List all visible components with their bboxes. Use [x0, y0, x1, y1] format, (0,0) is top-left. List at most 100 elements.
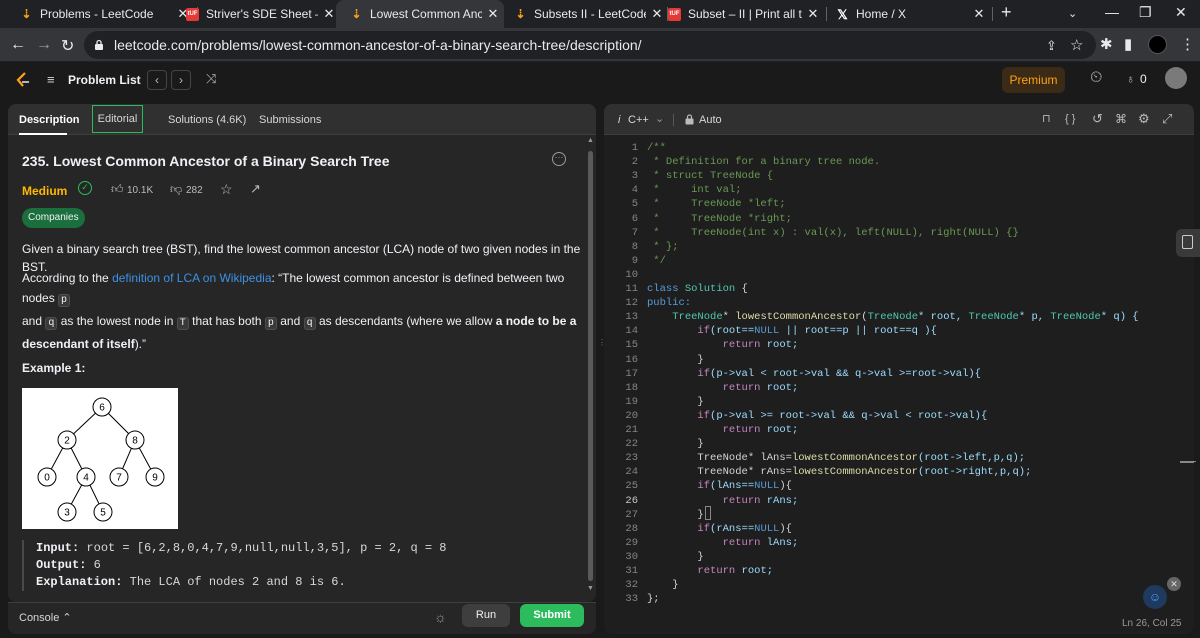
code-line[interactable]: 30 } — [604, 550, 1194, 564]
extensions-icon[interactable]: ✱ — [1100, 35, 1113, 53]
debug-bug-icon[interactable]: ☼ — [434, 609, 447, 625]
code-line[interactable]: 28 if(rAns==NULL){ — [604, 522, 1194, 536]
submit-button[interactable]: Submit — [520, 604, 584, 627]
code-line[interactable]: 19 } — [604, 395, 1194, 409]
problem-list-link[interactable]: Problem List — [68, 73, 141, 87]
code-token: * int val; — [647, 184, 742, 197]
bookmark-icon[interactable]: ⊓ — [1042, 112, 1051, 125]
language-select[interactable]: C++ — [628, 114, 649, 126]
close-icon[interactable]: ✕ — [1167, 577, 1181, 591]
code-line[interactable]: 8 * }; — [604, 240, 1194, 254]
user-avatar[interactable] — [1165, 67, 1187, 89]
console-toggle[interactable]: Console ⌃ — [19, 611, 72, 624]
tab-search-icon[interactable]: ⌄ — [1068, 7, 1077, 20]
autocomplete-mode[interactable]: Auto — [699, 114, 722, 126]
code-line[interactable]: 14 if(root==NULL || root==p || root==q )… — [604, 324, 1194, 338]
description-scrollbar[interactable]: ▲ ▼ — [586, 137, 595, 599]
close-icon[interactable]: ✕ — [968, 6, 990, 22]
code-line[interactable]: 6 * TreeNode *right; — [604, 212, 1194, 226]
code-token: } — [647, 508, 704, 521]
tab-description[interactable]: Description — [19, 114, 80, 126]
code-line[interactable]: 15 return root; — [604, 338, 1194, 352]
close-icon[interactable]: ✕ — [802, 6, 824, 22]
forward-icon[interactable]: → — [36, 36, 52, 54]
code-line[interactable]: 7 * TreeNode(int x) : val(x), left(NULL)… — [604, 226, 1194, 240]
code-line[interactable]: 3 * struct TreeNode { — [604, 169, 1194, 183]
window-close-icon[interactable]: ✕ — [1175, 4, 1187, 21]
code-area[interactable]: 1/** 2 * Definition for a binary tree nod… — [604, 141, 1194, 611]
timer-icon[interactable]: ⏲ — [1090, 69, 1102, 87]
settings-gear-icon[interactable]: ⚙ — [1138, 111, 1150, 127]
sidepanel-icon[interactable]: ▮ — [1124, 35, 1132, 53]
scroll-up-icon[interactable]: ▲ — [587, 137, 594, 144]
scroll-down-icon[interactable]: ▼ — [587, 585, 594, 592]
next-problem-button[interactable]: › — [171, 70, 191, 90]
code-line[interactable]: 27 } — [604, 508, 1194, 522]
reload-icon[interactable]: ↻ — [61, 36, 74, 56]
companies-tag[interactable]: Companies — [22, 208, 85, 228]
code-line[interactable]: 17 if(p->val < root->val && q->val >=roo… — [604, 367, 1194, 381]
scrollbar-thumb[interactable] — [588, 151, 593, 581]
code-line[interactable]: 13 TreeNode* lowestCommonAncestor(TreeNo… — [604, 310, 1194, 324]
code-line[interactable]: 4 * int val; — [604, 183, 1194, 197]
code-line[interactable]: 20 if(p->val >= root->val && q->val < ro… — [604, 409, 1194, 423]
share-icon[interactable]: ↗ — [250, 181, 261, 197]
thumbs-down-icon[interactable]: 👎︎ — [170, 182, 182, 197]
code-line[interactable]: 32 } — [604, 578, 1194, 592]
code-token: } — [647, 579, 679, 592]
notes-side-button[interactable] — [1176, 229, 1200, 257]
browser-tab[interactable]: 𝕏 Home / X ✕ — [822, 0, 990, 28]
code-line[interactable]: 2 * Definition for a binary tree node. — [604, 155, 1194, 169]
code-line[interactable]: 23 TreeNode* lAns=lowestCommonAncestor(r… — [604, 451, 1194, 465]
panel-resize-handle[interactable]: ⋮ — [598, 339, 606, 364]
code-line[interactable]: 31 return root; — [604, 564, 1194, 578]
format-braces-icon[interactable]: { } — [1065, 113, 1075, 125]
more-options-icon[interactable]: ··· — [552, 152, 566, 166]
browser-tab[interactable]: tUF Striver's SDE Sheet – Top Co ✕ — [172, 0, 340, 28]
share-icon[interactable]: ⇪ — [1046, 38, 1057, 54]
code-line[interactable]: 33}; — [604, 592, 1194, 606]
code-line[interactable]: 16 } — [604, 353, 1194, 367]
code-line[interactable]: 21 return root; — [604, 423, 1194, 437]
premium-button[interactable]: Premium — [1002, 67, 1065, 93]
prev-problem-button[interactable]: ‹ — [147, 70, 167, 90]
tab-solutions[interactable]: Solutions (4.6K) — [168, 114, 246, 126]
new-tab-icon[interactable]: + — [1001, 2, 1012, 23]
shuffle-icon[interactable]: ⤨ — [206, 71, 216, 87]
menu-icon[interactable]: ⋮ — [1180, 35, 1195, 53]
code-line[interactable]: 29 return lAns; — [604, 536, 1194, 550]
code-line[interactable]: 26 return rAns; — [604, 494, 1194, 508]
code-line[interactable]: 12 public: — [604, 296, 1194, 310]
minimize-icon[interactable]: — — [1105, 4, 1119, 20]
browser-tab[interactable]: ⇣ Problems - LeetCode ✕ — [6, 0, 194, 28]
favorite-star-icon[interactable]: ☆ — [220, 181, 233, 198]
thumbs-up-icon[interactable]: 👍︎ — [111, 182, 124, 197]
code-line[interactable]: 11 class Solution { — [604, 282, 1194, 296]
reset-code-icon[interactable]: ↺ — [1092, 111, 1103, 127]
chat-help-icon[interactable]: ☺ — [1143, 585, 1167, 609]
bookmark-star-icon[interactable]: ☆ — [1070, 36, 1083, 54]
tab-editorial[interactable]: Editorial — [92, 105, 143, 133]
code-line[interactable]: 1 /** — [604, 141, 1194, 155]
wikipedia-lca-link[interactable]: definition of LCA on Wikipedia — [112, 271, 271, 285]
browser-tab[interactable]: ⇣ Subsets II - LeetCode ✕ — [500, 0, 668, 28]
restore-icon[interactable]: ❐ — [1139, 4, 1152, 21]
omnibox[interactable]: leetcode.com/problems/lowest-common-ance… — [84, 31, 1096, 59]
code-line[interactable]: 5 * TreeNode *left; — [604, 197, 1194, 211]
tab-submissions[interactable]: Submissions — [259, 114, 321, 126]
code-line[interactable]: 25 if(lAns==NULL){ — [604, 479, 1194, 493]
leetcode-logo-icon[interactable] — [16, 72, 30, 89]
profile-avatar[interactable] — [1148, 35, 1167, 54]
browser-tab[interactable]: tUF Subset – II | Print all the Un ✕ — [654, 0, 824, 28]
code-line[interactable]: 9 */ — [604, 254, 1194, 268]
code-line[interactable]: 22 } — [604, 437, 1194, 451]
browser-tab-active[interactable]: ⇣ Lowest Common Ancestor o ✕ — [336, 0, 504, 28]
streak-icon[interactable]: ♁ — [1126, 72, 1135, 86]
code-line[interactable]: 18 return root; — [604, 381, 1194, 395]
shortcuts-icon[interactable]: ⌘ — [1115, 112, 1127, 126]
back-icon[interactable]: ← — [10, 36, 26, 54]
code-line[interactable]: 24 TreeNode* rAns=lowestCommonAncestor(r… — [604, 465, 1194, 479]
run-button[interactable]: Run — [462, 604, 510, 627]
code-line[interactable]: 10 — [604, 268, 1194, 282]
fullscreen-icon[interactable]: ⤢ — [1162, 111, 1172, 127]
